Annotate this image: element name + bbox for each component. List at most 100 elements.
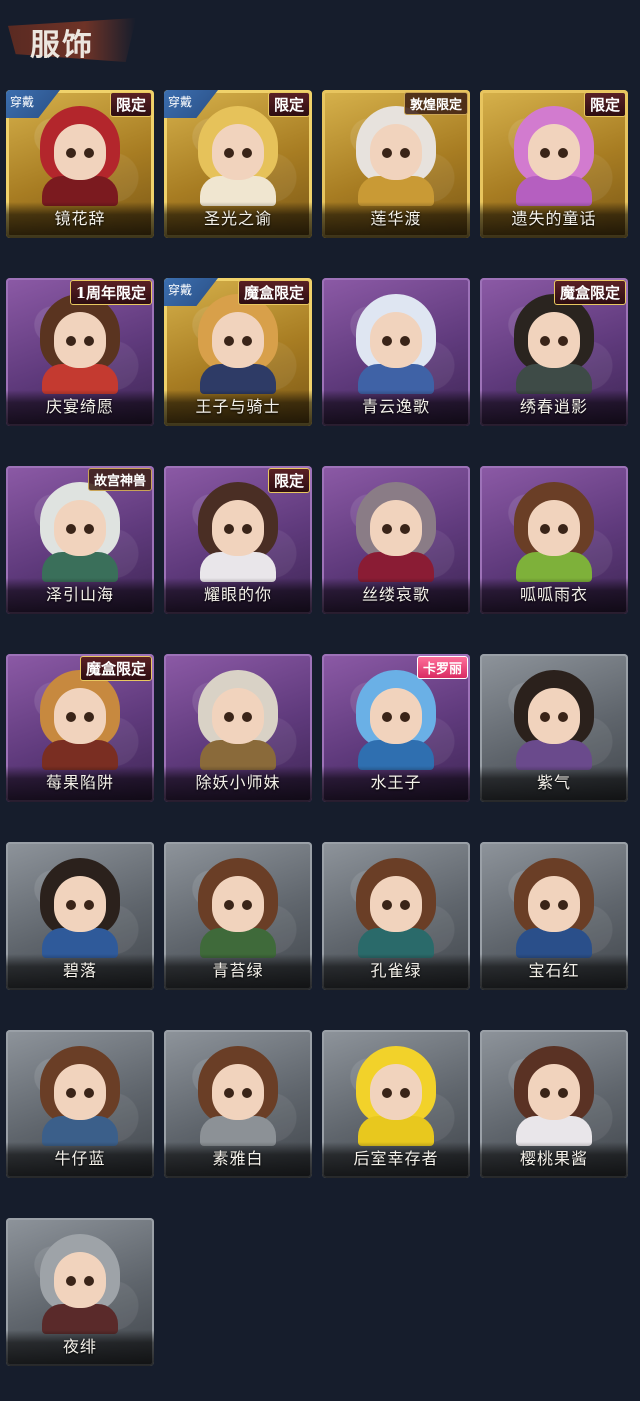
costume-name: 庆宴绮愿 [45, 397, 114, 416]
portrait-eye [84, 1276, 94, 1286]
portrait-eye [66, 712, 76, 722]
portrait-face [370, 500, 422, 556]
costume-card[interactable]: 后室幸存者 [322, 1030, 470, 1178]
costume-card[interactable]: 夜绯 [6, 1218, 154, 1366]
costume-card[interactable]: 敦煌限定莲华渡 [322, 90, 470, 238]
limited-badge: 1周年限定 [69, 280, 152, 305]
portrait-eye [400, 524, 410, 534]
costume-card[interactable]: 紫气 [480, 654, 628, 802]
portrait-face [528, 876, 580, 932]
portrait-eye [242, 148, 252, 158]
costume-card[interactable]: 碧落 [6, 842, 154, 990]
portrait-eye [382, 336, 392, 346]
portrait-eye [558, 336, 568, 346]
portrait-face [528, 1064, 580, 1120]
portrait-eye [242, 900, 252, 910]
character-portrait [506, 482, 602, 582]
portrait-eye [224, 524, 234, 534]
costume-card[interactable]: 除妖小师妹 [164, 654, 312, 802]
costume-card[interactable]: 穿戴 限定 镜花辞 [6, 90, 154, 238]
limited-badge: 敦煌限定 [403, 92, 468, 115]
costume-card[interactable]: 魔盒限定 莓果陷阱 [6, 654, 154, 802]
portrait-eye [242, 524, 252, 534]
costume-card[interactable]: 故宫神兽 泽引山海 [6, 466, 154, 614]
costume-name: 莲华渡 [370, 209, 422, 228]
limited-badge: 限定 [109, 92, 152, 117]
costume-card[interactable]: 孔雀绿 [322, 842, 470, 990]
portrait-face [54, 1252, 106, 1308]
portrait-eye [400, 336, 410, 346]
costume-card[interactable]: 宝石红 [480, 842, 628, 990]
limited-badge: 魔盒限定 [237, 280, 310, 305]
costume-name: 圣光之谕 [203, 209, 272, 228]
costume-card[interactable]: 樱桃果酱 [480, 1030, 628, 1178]
portrait-eye [400, 1088, 410, 1098]
character-portrait [190, 106, 286, 206]
portrait-face [54, 1064, 106, 1120]
portrait-face [370, 688, 422, 744]
character-portrait [190, 670, 286, 770]
portrait-eye [66, 524, 76, 534]
portrait-eye [224, 148, 234, 158]
character-portrait [32, 858, 128, 958]
character-portrait [32, 670, 128, 770]
costume-name: 后室幸存者 [353, 1149, 439, 1168]
character-portrait [506, 106, 602, 206]
limited-badge: 限定 [267, 92, 310, 117]
portrait-eye [558, 712, 568, 722]
costume-name: 碧落 [62, 961, 97, 980]
costume-name: 呱呱雨衣 [519, 585, 588, 604]
portrait-face [54, 500, 106, 556]
portrait-face [370, 876, 422, 932]
header: 服饰 [0, 0, 640, 80]
portrait-eye [242, 336, 252, 346]
portrait-eye [242, 712, 252, 722]
portrait-face [528, 312, 580, 368]
limited-badge: 魔盒限定 [553, 280, 626, 305]
portrait-face [212, 876, 264, 932]
costume-card[interactable]: 限定 遗失的童话 [480, 90, 628, 238]
costume-name: 绣春逍影 [519, 397, 588, 416]
portrait-face [54, 124, 106, 180]
character-portrait [32, 482, 128, 582]
costume-card[interactable]: 牛仔蓝 [6, 1030, 154, 1178]
portrait-eye [400, 900, 410, 910]
portrait-eye [400, 712, 410, 722]
portrait-face [528, 124, 580, 180]
costume-name: 牛仔蓝 [54, 1149, 106, 1168]
limited-badge: 限定 [583, 92, 626, 117]
portrait-eye [558, 148, 568, 158]
portrait-eye [84, 1088, 94, 1098]
portrait-eye [540, 524, 550, 534]
portrait-face [54, 688, 106, 744]
character-portrait [32, 1046, 128, 1146]
costume-grid: 穿戴 限定 镜花辞 穿戴 限定 圣光之谕 敦煌限定 莲华渡 限定 遗失的童话 1周年限定 庆宴绮愿 穿戴… [6, 90, 628, 1366]
portrait-eye [540, 712, 550, 722]
costume-card[interactable]: 穿戴 限定 圣光之谕 [164, 90, 312, 238]
costume-card[interactable]: 素雅白 [164, 1030, 312, 1178]
costume-name: 耀眼的你 [203, 585, 272, 604]
costume-card[interactable]: 穿戴 魔盒限定 王子与骑士 [164, 278, 312, 426]
costume-name: 泽引山海 [45, 585, 114, 604]
limited-badge: 限定 [267, 468, 310, 493]
costume-card[interactable]: 卡罗丽 水王子 [322, 654, 470, 802]
costume-card[interactable]: 1周年限定庆宴绮愿 [6, 278, 154, 426]
costume-name: 孔雀绿 [370, 961, 422, 980]
portrait-face [212, 312, 264, 368]
costume-card[interactable]: 魔盒限定绣春逍影 [480, 278, 628, 426]
portrait-eye [382, 712, 392, 722]
costume-card[interactable]: 青苔绿 [164, 842, 312, 990]
costume-name: 王子与骑士 [195, 397, 281, 416]
portrait-eye [382, 1088, 392, 1098]
costume-card[interactable]: 呱呱雨衣 [480, 466, 628, 614]
character-portrait [32, 1234, 128, 1334]
costume-card[interactable]: 青云逸歌 [322, 278, 470, 426]
costume-card[interactable]: 丝缕哀歌 [322, 466, 470, 614]
costume-card[interactable]: 限定耀眼的你 [164, 466, 312, 614]
costume-name: 水王子 [370, 773, 422, 792]
costume-name: 丝缕哀歌 [361, 585, 430, 604]
portrait-eye [382, 148, 392, 158]
portrait-face [370, 312, 422, 368]
portrait-eye [382, 524, 392, 534]
portrait-eye [224, 900, 234, 910]
